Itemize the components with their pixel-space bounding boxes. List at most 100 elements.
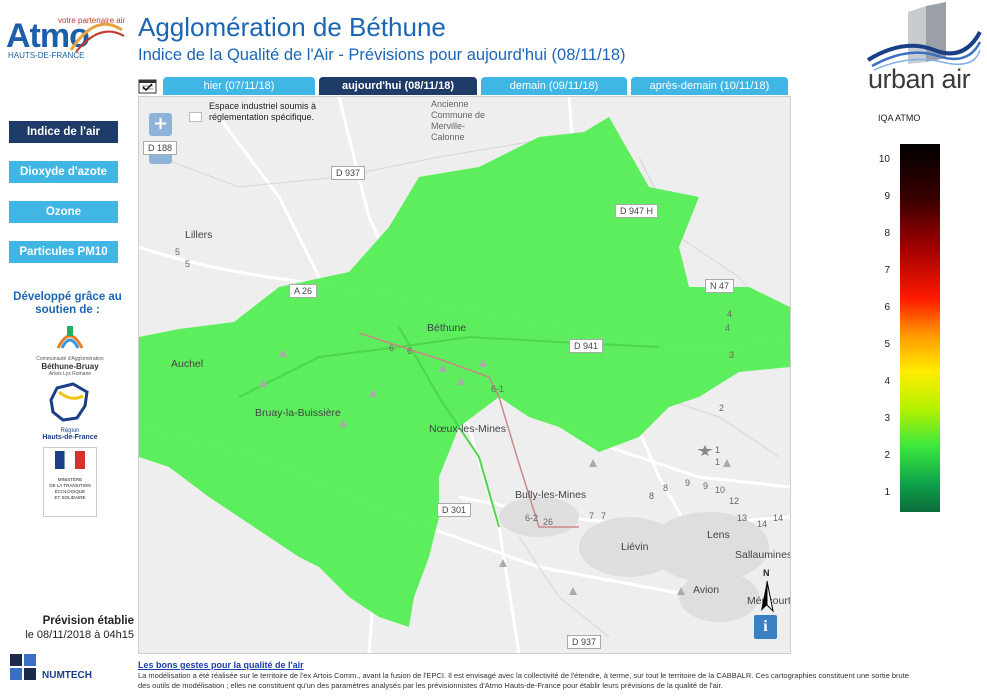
menu-ozone-button[interactable]: Ozone xyxy=(9,201,118,223)
urban-air-logo[interactable]: urban air xyxy=(864,2,982,98)
bethune-bruay-emblem-icon xyxy=(56,326,84,349)
exit-number: 9 xyxy=(703,481,709,491)
exit-number: 6 xyxy=(407,346,413,356)
menu-pm10-button[interactable]: Particules PM10 xyxy=(9,241,118,263)
exit-number: 7 xyxy=(601,511,607,521)
exit-number: 10 xyxy=(715,485,726,495)
sponsor1-line2: Béthune-Bruay xyxy=(41,362,99,371)
exit-number: 6-2 xyxy=(525,513,539,523)
road-d941: D 941 xyxy=(569,339,604,353)
iqa-color-scale xyxy=(900,144,940,512)
map-canvas[interactable] xyxy=(139,97,790,653)
exit-number: 14 xyxy=(773,513,784,523)
sponsor-region-logo[interactable]: Région Hauts-de-France xyxy=(30,382,110,441)
urban-air-text: urban air xyxy=(868,64,971,94)
support-label: Développé grâce au soutien de : xyxy=(13,291,122,316)
exit-number: 1 xyxy=(715,457,721,467)
legend-note-line1: Espace industriel soumis à xyxy=(209,101,317,111)
place-bruay: Bruay-la-Buissière xyxy=(255,407,341,419)
scale-label-1: 1 xyxy=(884,487,890,498)
road-d937-south: D 937 xyxy=(567,635,602,649)
industrial-zone-legend: Espace industriel soumis à réglementatio… xyxy=(209,101,316,123)
place-bethune: Béthune xyxy=(427,322,467,334)
footer-line2: des outils de modélisation ; elles ne co… xyxy=(138,681,723,690)
exit-number: 26 xyxy=(543,517,554,527)
exit-number: 13 xyxy=(737,513,748,523)
place-merville-calonne: Ancienne Commune de Merville-Calonne xyxy=(431,99,486,142)
urban-air-building-icon xyxy=(866,2,982,71)
road-d188: D 188 xyxy=(143,141,178,155)
sponsor3-line4: ET SOLIDAIRE xyxy=(54,495,86,500)
scale-label-8: 8 xyxy=(884,228,890,239)
place-lens: Lens xyxy=(707,529,730,541)
exit-number: 7 xyxy=(589,511,595,521)
road-n47: N 47 xyxy=(705,279,735,293)
exit-number: 14 xyxy=(757,519,768,529)
airport-icon xyxy=(697,445,713,456)
exit-number: 6 xyxy=(389,343,395,353)
north-label: N xyxy=(763,568,770,578)
tab-tomorrow[interactable]: demain (09/11/18) xyxy=(481,77,627,95)
tab-day-after-tomorrow[interactable]: après-demain (10/11/18) xyxy=(631,77,788,95)
exit-number: 12 xyxy=(729,496,740,506)
french-republic-flag-icon xyxy=(55,450,85,470)
place-avion: Avion xyxy=(693,584,720,596)
menu-air-index-button[interactable]: Indice de l'air xyxy=(9,121,118,143)
legend-note-line2: réglementation spécifique. xyxy=(209,112,315,122)
exit-number: 1 xyxy=(715,445,721,455)
page-title: Agglomération de Béthune xyxy=(138,12,446,42)
calendar-icon[interactable] xyxy=(138,78,158,94)
sponsor-ministry-logo[interactable]: MINISTÈRE DE LA TRANSITION ÉCOLOGIQUE ET… xyxy=(43,447,97,517)
exit-number: 8 xyxy=(649,491,655,501)
footer-line1: La modélisation a été réalisée sur le te… xyxy=(138,671,909,680)
tab-yesterday[interactable]: hier (07/11/18) xyxy=(163,77,315,95)
road-d937-north: D 937 xyxy=(331,166,366,180)
scale-label-2: 2 xyxy=(884,450,890,461)
atmo-logo[interactable]: votre partenaire air Atmo HAUTS-DE-FRANC… xyxy=(6,8,128,60)
sponsor2-line2: Hauts-de-France xyxy=(42,434,98,441)
scale-title: IQA ATMO xyxy=(878,113,921,123)
place-noeux: Nœux-les-Mines xyxy=(429,423,507,435)
exit-number: 9 xyxy=(685,478,691,488)
air-quality-map[interactable]: Espace industriel soumis à réglementatio… xyxy=(138,96,791,654)
place-lillers: Lillers xyxy=(185,229,213,241)
zoom-in-button[interactable]: + xyxy=(149,113,172,136)
exit-number: 2 xyxy=(719,403,725,413)
place-bully: Bully-les-Mines xyxy=(515,489,587,501)
place-auchel: Auchel xyxy=(171,358,204,370)
numtech-logo[interactable]: NUMTECH xyxy=(8,652,110,688)
forecast-label: Prévision établie xyxy=(42,615,134,627)
page-subtitle: Indice de la Qualité de l'Air - Prévisio… xyxy=(138,46,626,64)
menu-nitrogen-dioxide-button[interactable]: Dioxyde d'azote xyxy=(9,161,118,183)
road-a26: A 26 xyxy=(289,284,318,298)
scale-label-9: 9 xyxy=(884,191,890,202)
forecast-info: Prévision établie le 08/11/2018 à 04h15 xyxy=(8,614,134,642)
exit-number: 6-1 xyxy=(491,384,505,394)
forecast-date: le 08/11/2018 à 04h15 xyxy=(25,629,134,641)
sponsor1-line3: Artois Lys Romane xyxy=(48,371,92,377)
footer-disclaimer: La modélisation a été réalisée sur le te… xyxy=(138,671,980,691)
numtech-text: NUMTECH xyxy=(42,670,92,681)
exit-number: 4 xyxy=(725,323,731,333)
road-d947h: D 947 H xyxy=(615,204,659,218)
scale-label-3: 3 xyxy=(884,413,890,424)
scale-label-4: 4 xyxy=(884,376,890,387)
industrial-zone-legend-swatch xyxy=(189,112,202,122)
place-sallaumines: Sallaumines xyxy=(735,549,791,561)
tab-today[interactable]: aujourd'hui (08/11/18) xyxy=(319,77,477,95)
road-d301: D 301 xyxy=(437,503,472,517)
exit-number: 8 xyxy=(663,483,669,493)
exit-number: 3 xyxy=(729,350,735,360)
place-lievin: Liévin xyxy=(621,541,649,553)
good-practices-link[interactable]: Les bons gestes pour la qualité de l'air xyxy=(138,660,304,670)
exit-number: 5 xyxy=(185,259,191,269)
scale-label-5: 5 xyxy=(884,339,890,350)
region-hauts-de-france-icon xyxy=(49,382,89,422)
exit-number: 5 xyxy=(175,247,181,257)
scale-label-7: 7 xyxy=(884,265,890,276)
scale-label-10: 10 xyxy=(878,154,890,165)
sponsor-bethune-bruay-logo[interactable]: Communauté d'Agglomération Béthune-Bruay… xyxy=(30,322,110,377)
map-info-button[interactable]: i xyxy=(754,615,777,639)
scale-label-6: 6 xyxy=(884,302,890,313)
exit-number: 4 xyxy=(727,309,733,319)
